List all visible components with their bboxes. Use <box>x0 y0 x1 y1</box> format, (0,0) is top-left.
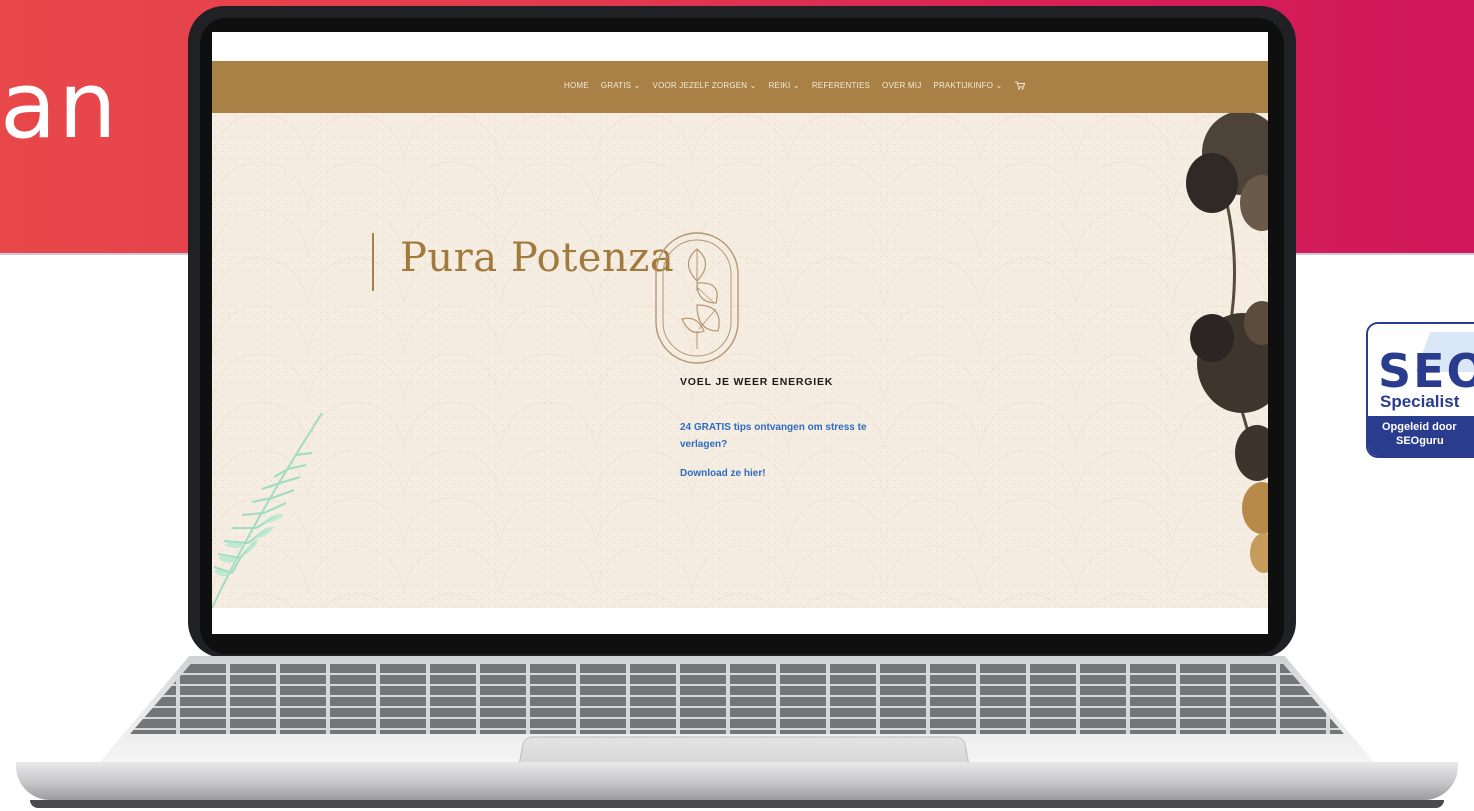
site-bottom-strip <box>212 608 1268 634</box>
nav-over-mij[interactable]: OVER MIJ <box>882 81 921 92</box>
banner-text: an <box>0 52 119 159</box>
leaf-emblem-icon <box>655 232 739 364</box>
hero-tagline: VOEL JE WEER ENERGIEK <box>680 376 834 388</box>
seo-specialist-badge: SEO Specialist Opgeleid door SEOguru <box>1366 322 1474 458</box>
seo-trained-by: Opgeleid door <box>1382 421 1457 433</box>
promo-text[interactable]: 24 GRATIS tips ontvangen om stress te ve… <box>680 419 910 453</box>
main-nav: HOME GRATIS ⌄ VOOR JEZELF ZORGEN ⌄ REIKI… <box>564 81 1037 92</box>
nav-praktijkinfo[interactable]: PRAKTIJKINFO ⌄ <box>933 81 1002 92</box>
nav-voor-jezelf-zorgen[interactable]: VOOR JEZELF ZORGEN ⌄ <box>653 81 757 92</box>
hero-section: Pura Potenza VOEL JE WEER ENERGIEK 24 GR… <box>212 113 1268 608</box>
nav-reiki[interactable]: REIKI ⌄ <box>769 81 800 92</box>
nav-home[interactable]: HOME <box>564 81 589 92</box>
laptop-base-shadow <box>30 800 1444 808</box>
brand-accent-bar <box>372 233 374 291</box>
seo-logo: SEO <box>1378 344 1474 398</box>
cart-icon[interactable] <box>1014 81 1025 92</box>
nav-referenties[interactable]: REFERENTIES <box>812 81 870 92</box>
seo-specialist-label: Specialist <box>1380 392 1460 411</box>
seed-pods-illustration <box>1186 113 1268 573</box>
site-top-strip <box>212 32 1268 61</box>
nav-gratis[interactable]: GRATIS ⌄ <box>601 81 641 92</box>
site-navbar: HOME GRATIS ⌄ VOOR JEZELF ZORGEN ⌄ REIKI… <box>212 61 1268 113</box>
laptop-keyboard <box>130 664 1344 734</box>
laptop-screen: HOME GRATIS ⌄ VOOR JEZELF ZORGEN ⌄ REIKI… <box>212 32 1268 634</box>
seo-guru-name: SEOguru <box>1396 435 1444 447</box>
fern-leaf-icon <box>212 412 323 608</box>
laptop-base-front <box>16 762 1458 800</box>
download-link[interactable]: Download ze hier! <box>680 468 766 479</box>
seo-badge-footer: Opgeleid door SEOguru <box>1368 416 1474 456</box>
brand-title: Pura Potenza <box>400 235 675 281</box>
